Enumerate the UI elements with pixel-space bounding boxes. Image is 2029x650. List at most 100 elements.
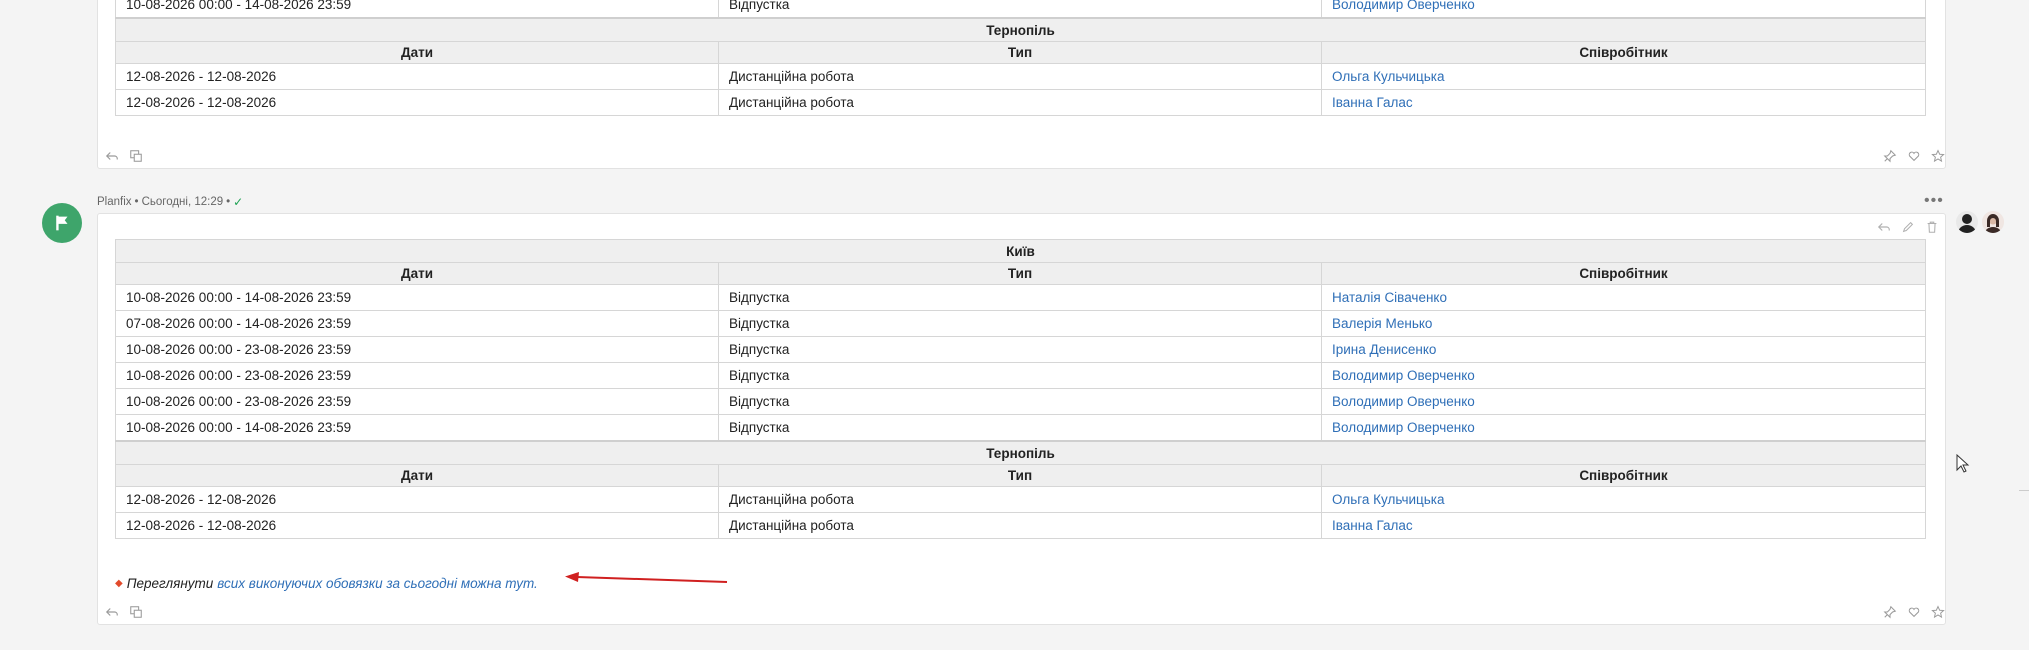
watcher-avatar[interactable] (1956, 211, 1978, 233)
cell-employee: Іванна Галас (1321, 89, 1926, 116)
message-table: Київ Дати Тип Співробітник 10-08-2026 00:00 … (115, 239, 1926, 539)
watcher-avatar[interactable] (1982, 211, 2004, 233)
column-header-row: Дати Тип Співробітник (115, 262, 1926, 285)
header-employee: Співробітник (1321, 41, 1926, 64)
meta-separator: • (134, 196, 139, 208)
reply-icon[interactable] (1877, 220, 1891, 234)
scrollbar-marker (2019, 490, 2029, 491)
city-header-row: Тернопіль (115, 440, 1926, 465)
cell-employee: Іванна Галас (1321, 512, 1926, 539)
pencil-icon[interactable] (1901, 220, 1915, 234)
star-icon[interactable] (1931, 605, 1945, 619)
cell-dates: 12-08-2026 - 12-08-2026 (115, 89, 719, 116)
employee-link[interactable]: Володимир Оверченко (1332, 0, 1475, 12)
cell-dates: 07-08-2026 00:00 - 14-08-2026 23:59 (115, 310, 719, 337)
cell-type: Відпустка (718, 310, 1322, 337)
employee-link[interactable]: Наталія Сіваченко (1332, 290, 1447, 305)
cell-type: Відпустка (718, 0, 1322, 19)
message-meta: Planfix • Сьогодні, 12:29 • ✓ (97, 195, 243, 209)
employee-link[interactable]: Ірина Денисенко (1332, 342, 1436, 357)
cell-employee: Наталія Сіваченко (1321, 284, 1926, 311)
cell-type: Дистанційна робота (718, 89, 1322, 116)
column-header-row: Дати Тип Співробітник (115, 41, 1926, 64)
employee-link[interactable]: Іванна Галас (1332, 95, 1413, 110)
employee-link[interactable]: Ольга Кульчицька (1332, 69, 1445, 84)
cell-employee: Ольга Кульчицька (1321, 63, 1926, 90)
note-prefix: Переглянути (126, 576, 214, 591)
employee-link[interactable]: Володимир Оверченко (1332, 394, 1475, 409)
table-row: 12-08-2026 - 12-08-2026 Дистанційна робот… (115, 512, 1926, 539)
more-options-icon[interactable]: ••• (1924, 192, 1944, 210)
message-card: Київ Дати Тип Співробітник 10-08-2026 00:00 … (97, 213, 1946, 625)
cell-type: Дистанційна робота (718, 512, 1322, 539)
table-row: 12-08-2026 - 12-08-2026 Дистанційна робот… (115, 89, 1926, 116)
employee-link[interactable]: Ольга Кульчицька (1332, 492, 1445, 507)
flag-logo-icon (56, 215, 68, 231)
previous-message-card: 10-08-2026 00:00 - 14-08-2026 23:59 Відпу… (97, 0, 1946, 169)
table-row: 10-08-2026 00:00 - 14-08-2026 23:59 Відпу… (115, 0, 1926, 19)
cell-dates: 12-08-2026 - 12-08-2026 (115, 512, 719, 539)
cell-type: Відпустка (718, 362, 1322, 389)
employee-link[interactable]: Володимир Оверченко (1332, 420, 1475, 435)
previous-message-table: 10-08-2026 00:00 - 14-08-2026 23:59 Відпу… (115, 0, 1926, 116)
cell-dates: 10-08-2026 00:00 - 14-08-2026 23:59 (115, 284, 719, 311)
employee-link[interactable]: Іванна Галас (1332, 518, 1413, 533)
quote-icon[interactable] (129, 605, 143, 619)
message-author[interactable]: Planfix (97, 196, 132, 208)
header-dates: Дати (115, 464, 719, 487)
cell-dates: 10-08-2026 00:00 - 14-08-2026 23:59 (115, 414, 719, 442)
table-row: 12-08-2026 - 12-08-2026 Дистанційна робот… (115, 63, 1926, 90)
city-name: Тернопіль (115, 17, 1926, 42)
heart-icon[interactable] (1907, 149, 1921, 163)
employee-link[interactable]: Володимир Оверченко (1332, 368, 1475, 383)
author-avatar[interactable] (42, 203, 82, 243)
message-actions-left (105, 604, 143, 620)
cell-employee: Ольга Кульчицька (1321, 486, 1926, 513)
diamond-bullet-icon: ◆ (115, 578, 123, 589)
message-actions-right (1883, 604, 1945, 620)
header-employee: Співробітник (1321, 262, 1926, 285)
trash-icon[interactable] (1925, 220, 1939, 234)
cell-type: Відпустка (718, 388, 1322, 415)
pin-icon[interactable] (1883, 149, 1897, 163)
reply-icon[interactable] (105, 149, 119, 163)
person-silhouette-icon (1958, 214, 1976, 233)
previous-message-actions-right (1883, 148, 1945, 164)
cell-type: Відпустка (718, 336, 1322, 363)
cell-dates: 12-08-2026 - 12-08-2026 (115, 486, 719, 513)
message-note: ◆ Переглянути всих виконуючих обовязки з… (115, 576, 538, 591)
cell-employee: Володимир Оверченко (1321, 362, 1926, 389)
cell-dates: 10-08-2026 00:00 - 23-08-2026 23:59 (115, 362, 719, 389)
cell-type: Дистанційна робота (718, 63, 1322, 90)
table-row: 10-08-2026 00:00 - 23-08-2026 23:59 Відпу… (115, 336, 1926, 363)
city-name: Київ (115, 239, 1926, 263)
header-type: Тип (718, 41, 1322, 64)
city-header-row: Тернопіль (115, 17, 1926, 42)
previous-message-actions-left (105, 148, 143, 164)
pin-icon[interactable] (1883, 605, 1897, 619)
cell-type: Відпустка (718, 414, 1322, 442)
heart-icon[interactable] (1907, 605, 1921, 619)
cell-type: Дистанційна робота (718, 486, 1322, 513)
note-link[interactable]: всих виконуючих обовязки за сьогодні мож… (217, 576, 538, 591)
meta-separator: • (226, 196, 231, 208)
table-row: 10-08-2026 00:00 - 23-08-2026 23:59 Відпу… (115, 388, 1926, 415)
header-dates: Дати (115, 262, 719, 285)
column-header-row: Дати Тип Співробітник (115, 464, 1926, 487)
cell-type: Відпустка (718, 284, 1322, 311)
employee-link[interactable]: Валерія Менько (1332, 316, 1432, 331)
cell-dates: 12-08-2026 - 12-08-2026 (115, 63, 719, 90)
header-type: Тип (718, 262, 1322, 285)
reply-icon[interactable] (105, 605, 119, 619)
cell-employee: Володимир Оверченко (1321, 0, 1926, 19)
quote-icon[interactable] (129, 149, 143, 163)
cell-employee: Валерія Менько (1321, 310, 1926, 337)
cell-dates: 10-08-2026 00:00 - 14-08-2026 23:59 (115, 0, 719, 19)
cell-dates: 10-08-2026 00:00 - 23-08-2026 23:59 (115, 388, 719, 415)
table-row: 10-08-2026 00:00 - 23-08-2026 23:59 Відпу… (115, 362, 1926, 389)
city-name: Тернопіль (115, 440, 1926, 465)
header-type: Тип (718, 464, 1322, 487)
city-header-row: Київ (115, 239, 1926, 263)
red-arrow-annotation (565, 572, 728, 583)
star-icon[interactable] (1931, 149, 1945, 163)
